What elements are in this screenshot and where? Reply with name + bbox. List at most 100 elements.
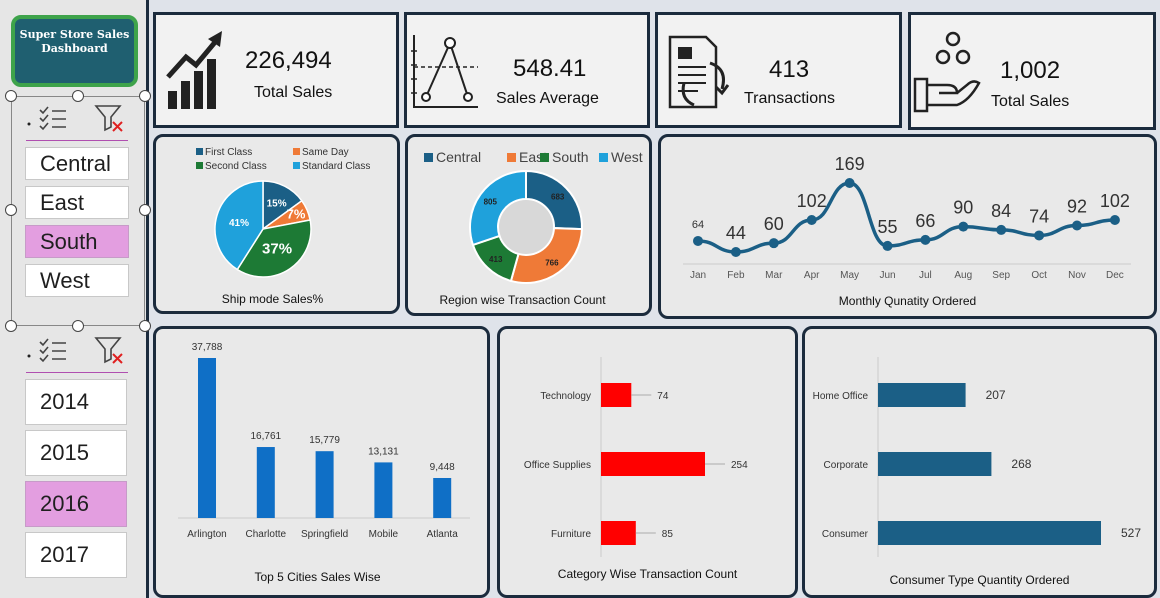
bar bbox=[374, 462, 393, 518]
legend-swatch bbox=[599, 153, 608, 162]
multi-select-icon[interactable] bbox=[26, 104, 70, 132]
bar bbox=[198, 358, 216, 518]
data-label: 9,448 bbox=[430, 462, 455, 473]
data-label: 805 bbox=[484, 197, 498, 206]
data-label: 683 bbox=[551, 192, 565, 201]
data-label: 102 bbox=[1100, 191, 1130, 211]
data-point bbox=[693, 235, 703, 246]
data-label: 207 bbox=[986, 388, 1006, 402]
resize-handle[interactable] bbox=[72, 320, 84, 332]
dashboard-title: Super Store Sales Dashboard bbox=[11, 15, 138, 87]
data-label: 85 bbox=[662, 529, 674, 540]
data-label: 15,779 bbox=[309, 435, 340, 446]
x-tick-label: Dec bbox=[1106, 270, 1124, 281]
data-label: 90 bbox=[953, 198, 973, 218]
legend-label: Same Day bbox=[302, 147, 349, 158]
region-donut-chart: Central East South West683766413805 bbox=[424, 149, 643, 284]
kpi-label: Sales Average bbox=[496, 90, 599, 107]
multi-select-icon[interactable] bbox=[26, 336, 70, 364]
kpi-card-total-sales-2: 1,002 Total Sales bbox=[908, 12, 1156, 130]
data-point bbox=[768, 238, 779, 249]
kpi-value: 548.41 bbox=[513, 55, 587, 82]
monthly-line-chart: 64 Jan 44 Feb 60 Mar 102 Apr 169 May 55 Jun 66 Jul 90 A… bbox=[683, 154, 1131, 281]
x-tick-label: Sep bbox=[992, 270, 1010, 281]
hand-coins-icon bbox=[913, 31, 981, 113]
data-label: 413 bbox=[489, 255, 503, 264]
year-slicer-item-2014[interactable]: 2014 bbox=[25, 379, 127, 425]
kpi-label: Total Sales bbox=[254, 84, 333, 101]
data-label: 254 bbox=[731, 460, 748, 471]
data-label: 44 bbox=[726, 223, 746, 243]
clear-filter-icon[interactable] bbox=[94, 336, 126, 366]
cities-bar-chart: 37,788 Arlington 16,761 Charlotte 15,779 Spri… bbox=[178, 342, 470, 540]
legend-label: West bbox=[611, 149, 643, 165]
slicer-header-divider bbox=[26, 140, 128, 141]
data-label: 64 bbox=[692, 219, 704, 231]
bar bbox=[878, 383, 966, 407]
x-tick-label: Mobile bbox=[369, 529, 399, 540]
kpi-card-sales-average: 548.41 Sales Average bbox=[404, 12, 650, 128]
data-label: 13,131 bbox=[368, 446, 399, 457]
consumer-bar-chart: Home Office 207 Corporate 268 Consumer 527 bbox=[813, 357, 1141, 557]
resize-handle[interactable] bbox=[139, 320, 151, 332]
data-label: 102 bbox=[797, 191, 827, 211]
sidebar: Super Store Sales Dashboard Central East S… bbox=[0, 0, 151, 598]
data-point bbox=[1034, 230, 1045, 241]
resize-handle[interactable] bbox=[139, 90, 151, 102]
x-tick-label: Atlanta bbox=[427, 529, 459, 540]
category-bar-chart: Technology 74 Office Supplies 254 Furniture 8… bbox=[524, 357, 748, 557]
resize-handle[interactable] bbox=[139, 204, 151, 216]
resize-handle[interactable] bbox=[5, 320, 17, 332]
year-slicer-item-2016[interactable]: 2016 bbox=[25, 481, 127, 527]
x-tick-label: Oct bbox=[1031, 270, 1047, 281]
legend-label: South bbox=[552, 149, 589, 165]
kpi-value: 1,002 bbox=[1000, 57, 1061, 84]
region-slicer-item-central[interactable]: Central bbox=[25, 147, 129, 180]
y-tick-label: Corporate bbox=[824, 460, 869, 471]
resize-handle[interactable] bbox=[5, 204, 17, 216]
data-label: 66 bbox=[915, 211, 935, 231]
chart-title: Monthly Qunatity Ordered bbox=[838, 294, 977, 308]
data-label: 41% bbox=[229, 218, 249, 229]
x-tick-label: Aug bbox=[954, 270, 972, 281]
legend-swatch bbox=[424, 153, 433, 162]
x-tick-label: Arlington bbox=[187, 529, 226, 540]
legend-swatch bbox=[196, 162, 203, 169]
data-label: 74 bbox=[1029, 206, 1049, 226]
bar bbox=[878, 521, 1101, 545]
year-slicer-item-2015[interactable]: 2015 bbox=[25, 430, 127, 476]
data-label: 7% bbox=[287, 207, 306, 222]
region-slicer-item-east[interactable]: East bbox=[25, 186, 129, 219]
data-label: 92 bbox=[1067, 197, 1087, 217]
legend-label: First Class bbox=[205, 147, 252, 158]
year-slicer-item-2017[interactable]: 2017 bbox=[25, 532, 127, 578]
x-tick-label: Nov bbox=[1068, 270, 1086, 281]
chart-title: Category Wise Transaction Count bbox=[557, 567, 738, 581]
cities-chart-panel: 37,788 Arlington 16,761 Charlotte 15,779 Spri… bbox=[153, 326, 490, 598]
legend-label: Standard Class bbox=[302, 161, 370, 172]
x-tick-label: Jan bbox=[690, 270, 706, 281]
x-tick-label: May bbox=[840, 270, 859, 281]
bar bbox=[601, 521, 636, 545]
data-point bbox=[958, 221, 969, 232]
region-slicer-item-west[interactable]: West bbox=[25, 264, 129, 297]
data-label: 55 bbox=[877, 217, 897, 237]
data-label: 527 bbox=[1121, 526, 1141, 540]
y-tick-label: Technology bbox=[540, 391, 591, 402]
data-point bbox=[730, 247, 741, 257]
bar bbox=[315, 451, 334, 518]
x-tick-label: Jul bbox=[919, 270, 932, 281]
kpi-value: 413 bbox=[769, 56, 810, 83]
clear-filter-icon[interactable] bbox=[94, 104, 126, 134]
data-label: 84 bbox=[991, 201, 1011, 221]
resize-handle[interactable] bbox=[5, 90, 17, 102]
resize-handle[interactable] bbox=[72, 90, 84, 102]
legend-swatch bbox=[293, 148, 300, 155]
chart-title: Top 5 Cities Sales Wise bbox=[254, 570, 381, 584]
category-chart-panel: Technology 74 Office Supplies 254 Furniture 8… bbox=[497, 326, 798, 598]
bar bbox=[433, 477, 452, 518]
kpi-label: Total Sales bbox=[991, 93, 1070, 110]
region-slicer-item-south[interactable]: South bbox=[25, 225, 129, 258]
data-label: 74 bbox=[657, 391, 669, 402]
x-tick-label: Apr bbox=[804, 270, 820, 281]
